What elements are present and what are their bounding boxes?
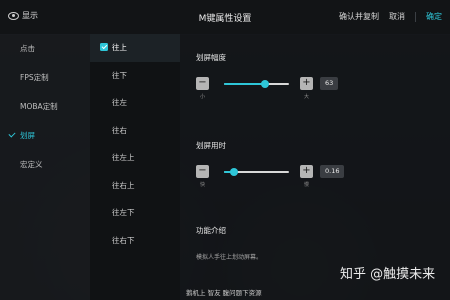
time-value: 0.16	[320, 165, 345, 178]
direction-label: 往右下	[112, 235, 135, 245]
direction-right[interactable]: 往右	[90, 117, 180, 145]
direction-label: 往下	[112, 70, 127, 80]
min-label: 快	[200, 182, 206, 188]
watermark: 知乎 @触摸未来	[340, 267, 436, 282]
amplitude-value: 63	[320, 77, 339, 90]
nav-item-label: MOBA定制	[20, 102, 58, 111]
check-icon	[8, 130, 16, 138]
ok-button[interactable]: 确定	[426, 11, 442, 22]
decrease-amplitude-button[interactable]: −	[196, 77, 209, 90]
direction-label: 往左下	[112, 208, 135, 218]
amplitude-fill	[224, 83, 265, 85]
increase-time-button[interactable]: +	[300, 165, 313, 178]
topbar-actions: 确认并复制 取消 确定	[339, 11, 442, 22]
time-slider[interactable]	[224, 168, 289, 176]
direction-label: 往左	[112, 98, 127, 108]
direction-up[interactable]: 往上	[90, 34, 180, 62]
time-thumb[interactable]	[230, 168, 239, 176]
settings-panel: 划屏幅度 − 小 + 大 63 划屏用时 − 快 + 慢 0.16 功能介绍 模…	[180, 34, 450, 300]
max-label: 慢	[304, 182, 310, 188]
swipe-amplitude-control: − 小 + 大 63	[196, 77, 436, 100]
swipe-time-control: − 快 + 慢 0.16	[196, 165, 436, 188]
amplitude-slider[interactable]	[224, 80, 289, 88]
topbar: 显示 M键属性设置 确认并复制 取消 确定	[0, 0, 450, 35]
increase-amplitude-button[interactable]: +	[300, 77, 313, 90]
divider	[415, 11, 416, 22]
min-label: 小	[200, 94, 206, 100]
bottom-caption: 鹅机上 智友 腹问题下资源	[186, 289, 262, 297]
max-label: 大	[304, 94, 310, 100]
cancel-button[interactable]: 取消	[389, 11, 405, 22]
direction-left[interactable]: 往左	[90, 89, 180, 117]
direction-down-right[interactable]: 往右下	[90, 227, 180, 255]
nav-item-label: FPS定制	[20, 73, 49, 82]
nav-item-click[interactable]: 点击	[0, 34, 90, 63]
intro-title: 功能介绍	[196, 226, 226, 235]
nav-item-moba[interactable]: MOBA定制	[0, 92, 90, 121]
direction-label: 往右	[112, 125, 127, 135]
direction-label: 往上	[112, 43, 127, 53]
confirm-copy-button[interactable]: 确认并复制	[339, 11, 379, 22]
decrease-time-button[interactable]: −	[196, 165, 209, 178]
direction-up-right[interactable]: 往右上	[90, 172, 180, 200]
nav-item-macro[interactable]: 宏定义	[0, 150, 90, 179]
direction-label: 往左上	[112, 153, 135, 163]
left-nav: 点击 FPS定制 MOBA定制 划屏 宏定义	[0, 34, 90, 300]
swipe-time-title: 划屏用时	[196, 141, 226, 150]
nav-item-fps[interactable]: FPS定制	[0, 63, 90, 92]
direction-down[interactable]: 往下	[90, 62, 180, 90]
swipe-amplitude-title: 划屏幅度	[196, 53, 226, 62]
checkbox-checked-icon	[100, 43, 108, 51]
nav-item-label: 点击	[20, 44, 35, 53]
nav-item-label: 宏定义	[20, 160, 43, 169]
amplitude-thumb[interactable]	[260, 80, 269, 88]
nav-item-swipe[interactable]: 划屏	[0, 121, 90, 150]
nav-item-label: 划屏	[20, 131, 35, 140]
direction-up-left[interactable]: 往左上	[90, 144, 180, 172]
direction-list: 往上 往下 往左 往右 往左上 往右上 往左下 往右下	[90, 34, 180, 300]
description-text: 模拟人手往上划动屏幕。	[196, 254, 263, 261]
direction-down-left[interactable]: 往左下	[90, 199, 180, 227]
direction-label: 往右上	[112, 180, 135, 190]
